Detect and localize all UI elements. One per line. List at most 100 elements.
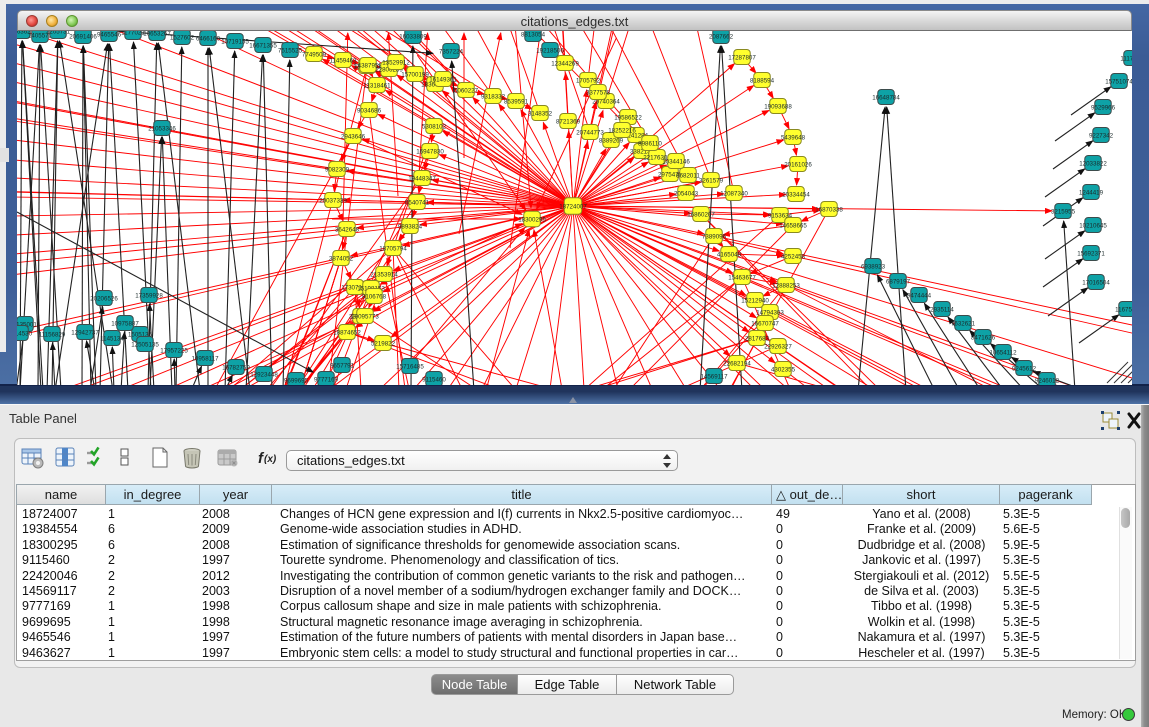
svg-text:16149361: 16149361 [429, 76, 457, 83]
svg-text:15212940: 15212940 [741, 297, 769, 304]
svg-text:21053346: 21053346 [148, 125, 176, 132]
svg-text:10958117: 10958117 [191, 355, 219, 362]
svg-text:5308102: 5308102 [422, 123, 447, 130]
svg-text:8539591: 8539591 [504, 98, 529, 105]
svg-text:12942737: 12942737 [71, 329, 99, 336]
svg-text:20691406: 20691406 [69, 33, 97, 40]
svg-text:3261579: 3261579 [699, 177, 724, 184]
svg-text:19218506: 19218506 [536, 47, 564, 54]
svg-text:16671355: 16671355 [249, 42, 277, 49]
svg-text:20161026: 20161026 [784, 161, 812, 168]
svg-text:14569117: 14569117 [700, 373, 728, 380]
svg-text:10210645: 10210645 [1079, 222, 1107, 229]
svg-text:9777169: 9777169 [314, 376, 339, 383]
svg-text:9115460: 9115460 [422, 376, 446, 383]
svg-text:6540741: 6540741 [405, 199, 430, 206]
svg-text:3642648: 3642648 [335, 226, 360, 233]
svg-text:9474444: 9474444 [907, 292, 932, 299]
svg-text:16947830: 16947830 [416, 148, 444, 155]
svg-text:9657791: 9657791 [330, 362, 355, 369]
svg-text:2087662: 2087662 [709, 33, 734, 40]
svg-text:6466160: 6466160 [196, 35, 221, 42]
svg-text:20206526: 20206526 [90, 295, 118, 302]
svg-text:1177021: 1177021 [121, 31, 145, 36]
svg-text:2935114: 2935114 [930, 306, 954, 313]
svg-text:6938923: 6938923 [861, 263, 886, 270]
svg-text:16870338: 16870338 [815, 206, 843, 213]
svg-text:8682011: 8682011 [676, 172, 700, 179]
svg-text:3377578: 3377578 [586, 89, 611, 96]
svg-text:15692371: 15692371 [1077, 250, 1105, 257]
svg-text:3215955: 3215955 [1051, 208, 1076, 215]
svg-text:15751074: 15751074 [1105, 78, 1132, 85]
svg-text:7515525: 7515525 [278, 47, 303, 54]
svg-text:10975887: 10975887 [111, 320, 139, 327]
svg-text:4302355: 4302355 [771, 366, 796, 373]
svg-text:3148352: 3148352 [528, 110, 553, 117]
svg-text:15716485: 15716485 [396, 363, 424, 370]
svg-text:1145134: 1145134 [100, 335, 124, 342]
svg-text:12888253: 12888253 [772, 282, 800, 289]
svg-text:19448347: 19448347 [408, 175, 436, 182]
svg-text:22926327: 22926327 [764, 343, 792, 350]
svg-text:9699695: 9699695 [284, 377, 309, 384]
svg-text:8813054: 8813054 [521, 31, 546, 38]
svg-text:1117702: 1117702 [1120, 55, 1132, 62]
svg-text:9893824: 9893824 [398, 223, 423, 230]
svg-text:19586522: 19586522 [614, 114, 642, 121]
svg-text:9082309: 9082309 [325, 166, 350, 173]
svg-text:15700199: 15700199 [401, 71, 429, 78]
svg-text:17287807: 17287807 [728, 54, 756, 61]
svg-text:10653267: 10653267 [143, 31, 171, 37]
svg-text:8106768: 8106768 [362, 293, 387, 300]
svg-text:8389269: 8389269 [599, 137, 624, 144]
svg-text:17359928: 17359928 [135, 292, 163, 299]
svg-text:2054043: 2054043 [674, 190, 699, 197]
svg-text:9529966: 9529966 [1091, 104, 1116, 111]
svg-text:16648784: 16648784 [872, 94, 900, 101]
svg-text:18300295: 18300295 [518, 216, 546, 223]
svg-text:11318461: 11318461 [363, 82, 391, 89]
svg-text:7749509: 7749509 [302, 51, 327, 58]
svg-text:1527602: 1527602 [170, 34, 195, 41]
svg-text:4252458: 4252458 [781, 253, 806, 260]
svg-text:3874052: 3874052 [329, 255, 354, 262]
svg-text:9245612: 9245612 [1012, 365, 1037, 372]
svg-text:18705794: 18705794 [379, 245, 407, 252]
svg-text:10654112: 10654112 [989, 349, 1017, 356]
svg-text:16782759: 16782759 [222, 364, 250, 371]
svg-text:12923448: 12923448 [250, 371, 278, 378]
svg-text:22682194: 22682194 [723, 360, 751, 367]
svg-text:11459463: 11459463 [329, 57, 357, 64]
svg-text:15463677: 15463677 [728, 274, 756, 281]
svg-text:20334454: 20334454 [782, 191, 810, 198]
svg-text:17957225: 17957225 [160, 347, 188, 354]
svg-text:10344146: 10344146 [662, 158, 690, 165]
svg-text:7389096: 7389096 [702, 233, 727, 240]
svg-text:8188594: 8188594 [750, 77, 775, 84]
svg-text:5060227: 5060227 [454, 87, 479, 94]
svg-text:1244419: 1244419 [1079, 189, 1104, 196]
svg-text:2943646: 2943646 [341, 133, 366, 140]
svg-text:2205731: 2205731 [46, 31, 71, 35]
svg-text:19095773: 19095773 [351, 313, 379, 320]
svg-text:17016504: 17016504 [1082, 279, 1110, 286]
svg-text:11156829: 11156829 [39, 331, 66, 338]
svg-text:5439648: 5439648 [781, 134, 806, 141]
svg-text:20744773: 20744773 [576, 129, 604, 136]
svg-text:16860207: 16860207 [687, 211, 715, 218]
svg-text:8721369: 8721369 [556, 118, 581, 125]
svg-text:4165048: 4165048 [717, 251, 742, 258]
svg-text:16033809: 16033809 [399, 33, 427, 40]
svg-text:9318332: 9318332 [481, 93, 506, 100]
svg-text:14658665: 14658665 [779, 222, 807, 229]
svg-text:13529912: 13529912 [382, 59, 410, 66]
svg-text:18874652: 18874652 [333, 329, 361, 336]
svg-text:18252216: 18252216 [608, 127, 636, 134]
svg-text:(x): (x) [264, 454, 277, 465]
svg-text:7357224: 7357224 [439, 48, 464, 55]
svg-text:12344269: 12344269 [551, 60, 579, 67]
svg-text:20037339: 20037339 [319, 197, 347, 204]
svg-text:9246012: 9246012 [1035, 377, 1060, 384]
svg-text:6879197: 6879197 [886, 278, 911, 285]
